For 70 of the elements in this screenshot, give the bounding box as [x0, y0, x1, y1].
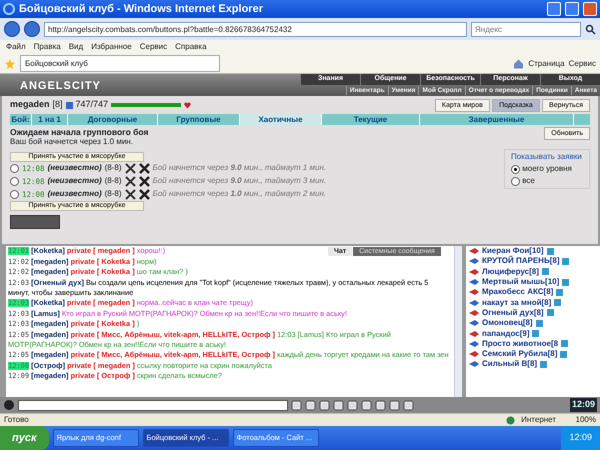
menu-item[interactable]: Справка — [175, 41, 207, 53]
filter-label: все — [522, 175, 535, 188]
battle-levels: (8-8) — [104, 162, 122, 174]
toolbar-menu[interactable]: Сервис — [568, 58, 596, 70]
forward-button[interactable] — [24, 21, 40, 37]
menu-item[interactable]: Файл — [6, 41, 26, 53]
filter-title: Показывать заявки — [511, 151, 583, 164]
tabs-label: Бой: — [10, 114, 32, 125]
battle-tab[interactable]: Текущие — [322, 114, 420, 125]
player-level: [8] — [52, 98, 63, 112]
battle-radio[interactable] — [10, 190, 19, 199]
filter-label: моего уровня — [522, 163, 572, 176]
filter-radio[interactable] — [511, 164, 520, 174]
menu-item[interactable]: Избранное — [91, 41, 132, 53]
status-text: Готово — [4, 414, 29, 426]
menu-item[interactable]: Вид — [68, 41, 84, 53]
home-icon — [513, 58, 524, 69]
online-user[interactable]: Огненый дух[8] — [482, 306, 544, 319]
status-heading: Ожидаем начала группового боя — [10, 127, 150, 138]
battle-creator: (неизвестно) — [48, 188, 102, 200]
online-user[interactable]: Омоновец[8] — [482, 317, 533, 330]
star-icon — [4, 58, 16, 70]
battle-creator: (неизвестно) — [48, 175, 102, 188]
menu-item[interactable]: Сервис — [140, 41, 168, 53]
search-icon — [585, 24, 596, 34]
chat-input[interactable] — [18, 400, 288, 410]
battle-creator: (неизвестно) — [48, 162, 102, 174]
counter-badge — [10, 215, 60, 230]
filter-radio[interactable] — [511, 176, 520, 186]
battle-info: Бой начнется через 9.0 мин., таймаут 3 мин. — [152, 175, 326, 188]
online-user[interactable]: Мертвый мышь[10] — [482, 276, 560, 288]
start-button[interactable]: пуск — [0, 426, 49, 450]
online-user[interactable]: Люциферус[8] — [482, 266, 539, 278]
game-logo: ANGELSCITY — [19, 79, 102, 94]
online-user[interactable]: Сильный В[8] — [482, 358, 538, 370]
address-field[interactable]: http://angelscity.combats.com/buttons.pl?battle=0.826678364752432 — [44, 22, 467, 36]
tray-clock: 12:09 — [569, 431, 592, 444]
scrollbar[interactable] — [454, 246, 462, 397]
battle-info: Бой начнется через 9.0 мин., таймаут 1 мин. — [152, 162, 326, 174]
zone-label: Интернет — [521, 414, 556, 426]
hp-reading: 747/747 — [76, 98, 108, 112]
online-user[interactable]: накаут за мной[8] — [482, 296, 552, 309]
battle-levels: (8-8) — [104, 188, 122, 200]
online-user[interactable]: Просто животное[8 — [482, 338, 558, 350]
back-button[interactable] — [4, 21, 20, 37]
minimize-button[interactable] — [547, 2, 561, 16]
search-field[interactable]: Яндекс — [471, 22, 581, 36]
battle-info: Бой начнется через 1.0 мин., таймаут 2 мин. — [152, 188, 326, 200]
battle-tab[interactable]: Завершенные — [420, 114, 574, 125]
zoom-level[interactable]: 100% — [576, 414, 596, 426]
window-title: Бойцовский клуб - Windows Internet Explorer — [19, 2, 263, 17]
player-name[interactable]: megaden — [10, 98, 50, 112]
battle-tab[interactable]: 1 на 1 — [32, 114, 68, 125]
browser-tab[interactable]: Бойцовский клуб — [20, 55, 220, 72]
online-user[interactable]: КРУТОЙ ПАРЕНЬ[8] — [482, 255, 560, 268]
online-user[interactable]: папандос[9] — [482, 328, 530, 340]
status-text: Ваш бой начнется через 1.0 мин. — [10, 137, 134, 148]
maximize-button[interactable] — [565, 2, 579, 16]
toolbar-menu[interactable]: Страница — [528, 58, 565, 70]
battle-tab[interactable]: Договорные — [68, 114, 158, 125]
menu-item[interactable]: Правка — [34, 41, 61, 53]
heart-icon — [184, 102, 192, 108]
battle-radio[interactable] — [10, 176, 19, 186]
battle-radio[interactable] — [10, 164, 19, 173]
online-user[interactable]: Семский Рубила[8] — [482, 348, 558, 360]
battle-tab[interactable]: Хаотичные — [240, 114, 322, 125]
game-clock: 12:09 — [570, 398, 597, 412]
close-button[interactable] — [583, 2, 597, 16]
online-user[interactable]: Мракобесс АКС[8] — [482, 286, 554, 298]
battle-levels: (8-8) — [104, 175, 122, 188]
